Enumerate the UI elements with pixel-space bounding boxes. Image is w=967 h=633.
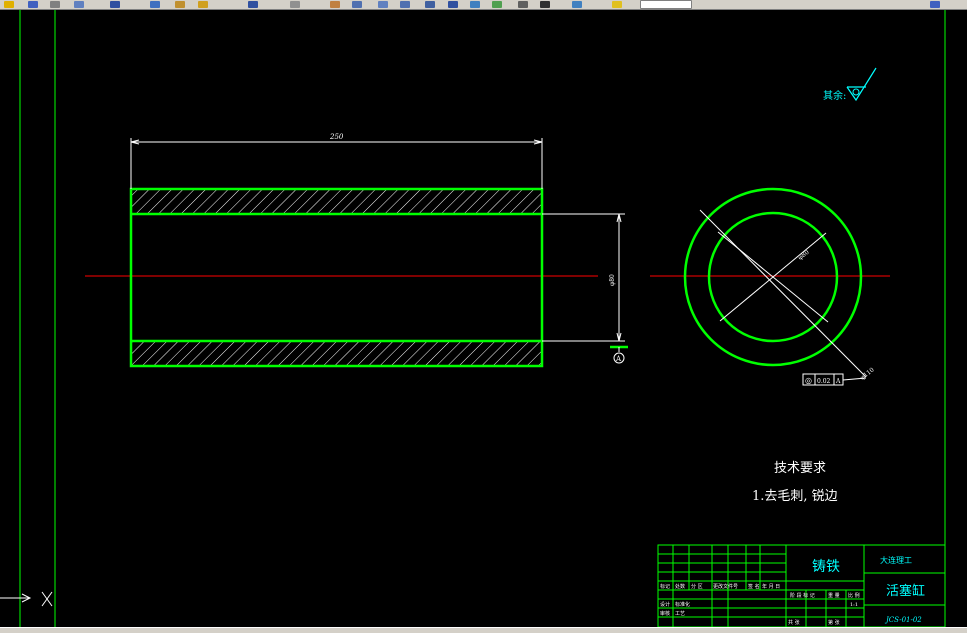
tolerance-symbol: ◎: [805, 376, 812, 385]
layer-previous-icon[interactable]: [930, 1, 940, 8]
preview-icon[interactable]: [74, 1, 84, 8]
scale-value: 1:1: [850, 602, 858, 608]
layer-state-icon[interactable]: [612, 1, 622, 8]
status-bar: [0, 627, 967, 633]
length-dimension-text: 250: [329, 133, 344, 141]
label-change-doc: 更改文件号: [713, 583, 738, 590]
surface-finish-label: 其余:: [823, 89, 846, 102]
label-date: 年 月 日: [762, 583, 780, 590]
zoom-previous-icon[interactable]: [400, 1, 410, 8]
properties-icon[interactable]: [425, 1, 435, 8]
toolbar: [0, 0, 967, 10]
ucs-icon: [0, 591, 53, 607]
match-icon[interactable]: [198, 1, 208, 8]
surface-finish-mark: 其余:: [823, 67, 877, 102]
drawing-frame: [19, 10, 946, 627]
cut-icon[interactable]: [110, 1, 120, 8]
label-standard: 标准化: [675, 601, 690, 608]
tech-requirements-title: 技术要求: [774, 461, 826, 476]
layer-icon[interactable]: [572, 1, 582, 8]
label-review: 审核: [660, 610, 670, 617]
save-icon[interactable]: [28, 1, 38, 8]
paste-icon[interactable]: [175, 1, 185, 8]
cylinder-section-view[interactable]: [129, 187, 544, 368]
zoom-window-icon[interactable]: [378, 1, 388, 8]
label-total-sheets: 共 张: [788, 619, 800, 626]
pan-icon[interactable]: [330, 1, 340, 8]
datum-label: A: [615, 355, 622, 363]
outer-diameter-text: φ110: [859, 366, 876, 381]
tolerance-datum: A: [835, 378, 841, 385]
datum-symbol[interactable]: A: [610, 345, 628, 364]
tolerance-frame[interactable]: ◎ 0.02 A: [802, 373, 867, 386]
label-mark: 标记: [660, 583, 670, 590]
title-material: 铸铁: [812, 559, 840, 575]
label-weight: 重 量: [828, 592, 840, 599]
label-stage: 阶 段 标 记: [790, 592, 815, 599]
tolerance-value: 0.02: [817, 378, 831, 385]
design-center-icon[interactable]: [448, 1, 458, 8]
undo-icon[interactable]: [248, 1, 258, 8]
diameter-dimension-text: φ80: [609, 274, 616, 286]
calculator-icon[interactable]: [540, 1, 550, 8]
title-drawing-no: JCS-01-02: [884, 616, 922, 624]
cylinder-end-view[interactable]: [683, 187, 867, 378]
label-signature: 签 名: [748, 583, 760, 590]
label-design: 设计: [660, 601, 670, 608]
print-icon[interactable]: [50, 1, 60, 8]
inner-diameter-text: φ80: [797, 249, 811, 262]
sheet-set-icon[interactable]: [492, 1, 502, 8]
drawing-canvas[interactable]: 其余: 250 φ80 A φ80 φ110 ◎ 0.02 A 技术要求 1.去…: [0, 10, 967, 627]
layer-dropdown[interactable]: [640, 0, 692, 9]
label-process: 工艺: [675, 611, 685, 617]
redo-icon[interactable]: [290, 1, 300, 8]
title-school: 大连理工: [880, 555, 912, 565]
tool-palette-icon[interactable]: [470, 1, 480, 8]
label-zone: 分 区: [691, 583, 703, 590]
markup-icon[interactable]: [518, 1, 528, 8]
label-sheet-no: 第 张: [828, 619, 840, 626]
open-icon[interactable]: [4, 1, 14, 8]
label-scale: 比 例: [848, 592, 860, 599]
label-count: 处数: [675, 583, 685, 590]
zoom-icon[interactable]: [352, 1, 362, 8]
title-part-name: 活塞缸: [886, 583, 925, 599]
tech-requirements-item: 1.去毛刺, 锐边: [752, 489, 838, 504]
length-dimension[interactable]: [130, 138, 543, 189]
copy-icon[interactable]: [150, 1, 160, 8]
